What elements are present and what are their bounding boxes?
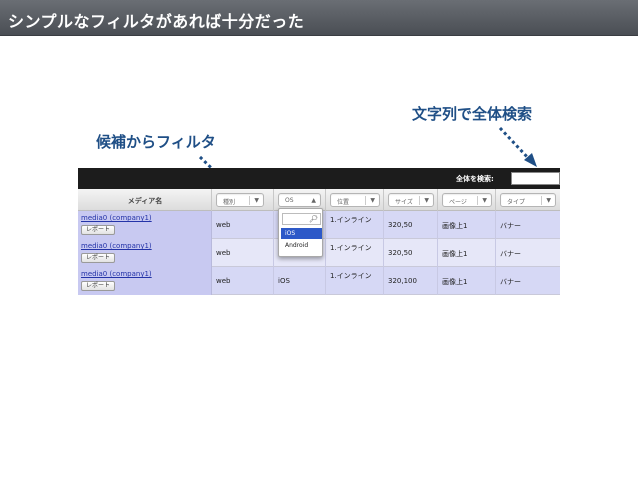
chevron-down-icon: ▼ — [254, 197, 259, 204]
chevron-down-icon: ▼ — [546, 197, 551, 204]
dropdown-search-field[interactable]: 🔎︎ — [282, 213, 321, 225]
filter-page-select[interactable]: ページ ▼ — [442, 193, 492, 207]
size-value: 320,50 — [388, 221, 413, 229]
size-value: 320,50 — [388, 249, 413, 257]
filter-type-select[interactable]: タイプ ▼ — [500, 193, 556, 207]
media-name-cell: media0 (company1) レポート — [78, 211, 212, 239]
report-button[interactable]: レポート — [81, 225, 116, 235]
filter-page-label: ページ — [449, 199, 467, 206]
type-cell: バナー — [496, 267, 560, 295]
position-cell: 1.インライン — [326, 239, 384, 267]
header-size: サイズ ▼ — [384, 189, 438, 211]
filter-type-label: タイプ — [507, 199, 526, 206]
global-search-label: 全体を検索: — [456, 175, 494, 183]
kind-value: web — [216, 277, 231, 285]
page-value: 画像上1 — [442, 278, 468, 286]
report-button[interactable]: レポート — [81, 281, 116, 291]
size-cell: 320,50 — [384, 239, 438, 267]
media-link[interactable]: media0 (company1) — [81, 242, 152, 250]
chevron-down-icon: ▼ — [424, 197, 429, 204]
os-cell: iOS — [274, 267, 326, 295]
filter-kind-label: 種別 — [223, 199, 236, 206]
page-value: 画像上1 — [442, 222, 468, 230]
media-link[interactable]: media0 (company1) — [81, 214, 152, 222]
size-value: 320,100 — [388, 277, 417, 285]
position-cell: 1.インライン — [326, 211, 384, 239]
kind-value: web — [216, 221, 231, 229]
position-cell: 1.インライン — [326, 267, 384, 295]
dropdown-option-ios[interactable]: iOS — [281, 228, 322, 239]
header-position: 位置 ▼ — [326, 189, 384, 211]
search-arrow-line — [498, 126, 532, 162]
header-type: タイプ ▼ — [496, 189, 560, 211]
type-cell: バナー — [496, 239, 560, 267]
chevron-up-icon: ▲ — [311, 197, 316, 204]
type-value: バナー — [500, 278, 521, 286]
report-button[interactable]: レポート — [81, 253, 116, 263]
filter-kind-select[interactable]: 種別 ▼ — [216, 193, 264, 207]
media-link[interactable]: media0 (company1) — [81, 270, 152, 278]
media-table-app: 全体を検索: メディア名 種別 ▼ OS ▲ 位置 ▼ サイズ ▼ ページ ▼ … — [78, 168, 560, 300]
filter-position-label: 位置 — [337, 199, 350, 206]
filter-os-label: OS — [285, 197, 294, 204]
media-name-cell: media0 (company1) レポート — [78, 267, 212, 295]
header-kind: 種別 ▼ — [212, 189, 274, 211]
filter-os-select[interactable]: OS ▲ — [278, 193, 321, 207]
kind-value: web — [216, 249, 231, 257]
header-media-name-label: メディア名 — [127, 197, 163, 205]
header-media-name[interactable]: メディア名 — [78, 189, 212, 211]
os-filter-dropdown: 🔎︎ iOS Android — [278, 208, 323, 257]
os-value: iOS — [278, 277, 290, 285]
table-toolbar: 全体を検索: — [78, 168, 560, 189]
type-cell: バナー — [496, 211, 560, 239]
position-value: 1.インライン — [330, 272, 372, 280]
header-page: ページ ▼ — [438, 189, 496, 211]
kind-cell: web — [212, 267, 274, 295]
kind-cell: web — [212, 211, 274, 239]
type-value: バナー — [500, 250, 521, 258]
size-cell: 320,50 — [384, 211, 438, 239]
position-value: 1.インライン — [330, 244, 372, 252]
chevron-down-icon: ▼ — [370, 197, 375, 204]
filter-position-select[interactable]: 位置 ▼ — [330, 193, 380, 207]
page-value: 画像上1 — [442, 250, 468, 258]
size-cell: 320,100 — [384, 267, 438, 295]
page-cell: 画像上1 — [438, 267, 496, 295]
filter-size-select[interactable]: サイズ ▼ — [388, 193, 434, 207]
media-name-cell: media0 (company1) レポート — [78, 239, 212, 267]
filter-size-label: サイズ — [395, 199, 413, 206]
chevron-down-icon: ▼ — [482, 197, 487, 204]
table-row: media0 (company1) レポート web iOS 1.インライン 3… — [78, 267, 560, 295]
type-value: バナー — [500, 222, 521, 230]
dropdown-option-android[interactable]: Android — [281, 240, 322, 251]
page-cell: 画像上1 — [438, 239, 496, 267]
search-icon: 🔎︎ — [309, 215, 318, 223]
global-search-input[interactable] — [511, 172, 560, 185]
kind-cell: web — [212, 239, 274, 267]
position-value: 1.インライン — [330, 216, 372, 224]
page-cell: 画像上1 — [438, 211, 496, 239]
